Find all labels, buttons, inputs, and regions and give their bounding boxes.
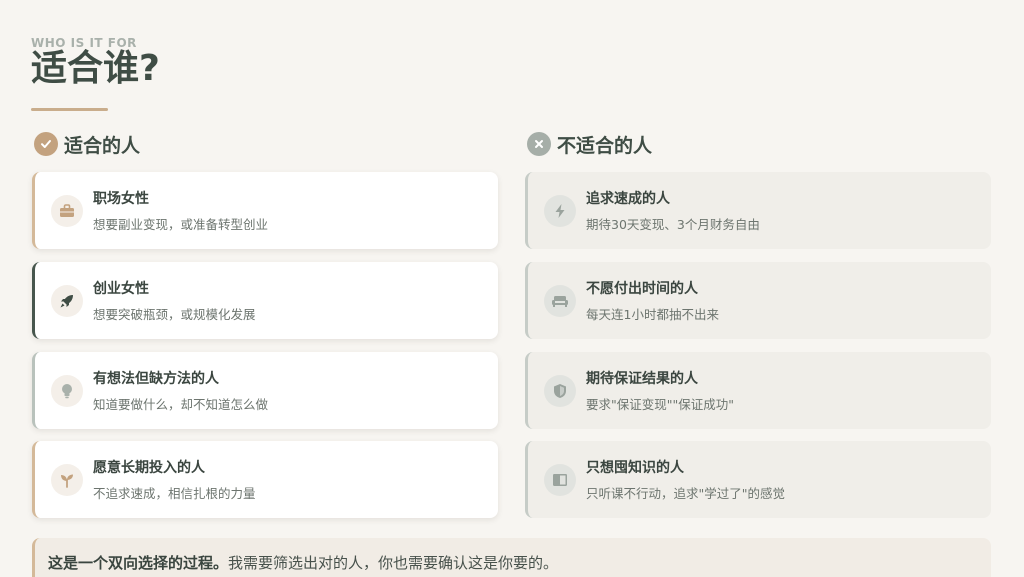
- card-description: 不追求速成，相信扎根的力量: [93, 486, 256, 501]
- fit-heading-label: 适合的人: [64, 134, 141, 157]
- fit-card: 创业女性 想要突破瓶颈，或规模化发展: [32, 262, 498, 339]
- seedling-icon: [51, 463, 83, 496]
- card-description: 只听课不行动，追求"学过了"的感觉: [586, 486, 785, 501]
- card-title: 只想囤知识的人: [586, 460, 684, 476]
- couch-icon: [544, 284, 576, 317]
- card-description: 期待30天变现、3个月财务自由: [586, 217, 760, 232]
- briefcase-icon: [51, 194, 83, 227]
- unfit-card: 追求速成的人 期待30天变现、3个月财务自由: [525, 172, 991, 249]
- fit-card: 职场女性 想要副业变现，或准备转型创业: [32, 172, 498, 249]
- card-description: 想要突破瓶颈，或规模化发展: [93, 307, 256, 322]
- unfit-heading-label: 不适合的人: [557, 134, 653, 157]
- check-icon: [34, 132, 58, 156]
- card-description: 每天连1小时都抽不出来: [586, 307, 719, 322]
- card-title: 有想法但缺方法的人: [93, 371, 219, 387]
- note-text: 我需要筛选出对的人，你也需要确认这是你要的。: [228, 554, 559, 572]
- unfit-card: 期待保证结果的人 要求"保证变现""保证成功": [525, 352, 991, 429]
- fit-card: 有想法但缺方法的人 知道要做什么，却不知道怎么做: [32, 352, 498, 429]
- note-emphasis: 这是一个双向选择的过程。: [48, 554, 229, 572]
- card-title: 职场女性: [93, 191, 149, 207]
- page-title: 适合谁?: [31, 48, 160, 89]
- fit-heading: 适合的人: [34, 131, 140, 157]
- card-description: 要求"保证变现""保证成功": [586, 397, 734, 412]
- shield-icon: [544, 374, 576, 407]
- card-description: 知道要做什么，却不知道怎么做: [93, 397, 269, 412]
- title-underline: [31, 108, 108, 111]
- lightbulb-icon: [51, 374, 83, 407]
- card-description: 想要副业变现，或准备转型创业: [93, 217, 269, 232]
- card-title: 追求速成的人: [586, 191, 670, 207]
- bolt-icon: [544, 194, 576, 227]
- rocket-icon: [51, 284, 83, 317]
- card-title: 不愿付出时间的人: [586, 281, 698, 297]
- selection-note: 这是一个双向选择的过程。我需要筛选出对的人，你也需要确认这是你要的。: [32, 538, 991, 577]
- fit-card: 愿意长期投入的人 不追求速成，相信扎根的力量: [32, 441, 498, 518]
- book-icon: [544, 463, 576, 496]
- unfit-card: 不愿付出时间的人 每天连1小时都抽不出来: [525, 262, 991, 339]
- card-title: 期待保证结果的人: [586, 371, 698, 387]
- card-title: 愿意长期投入的人: [93, 460, 205, 476]
- close-icon: [527, 132, 551, 156]
- unfit-heading: 不适合的人: [527, 131, 652, 157]
- unfit-card: 只想囤知识的人 只听课不行动，追求"学过了"的感觉: [525, 441, 991, 518]
- card-title: 创业女性: [93, 281, 149, 297]
